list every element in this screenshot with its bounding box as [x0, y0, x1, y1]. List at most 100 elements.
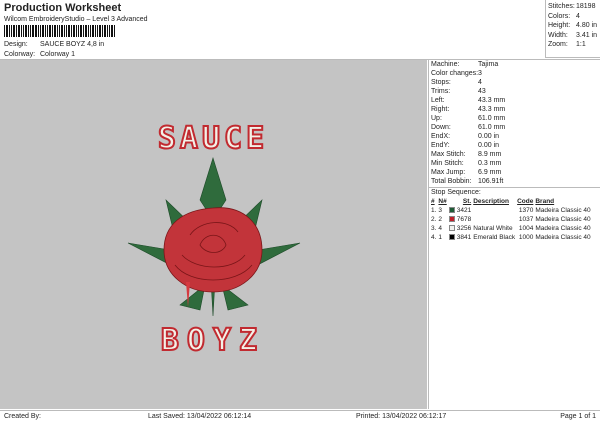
stitch-count: 7678: [456, 216, 472, 223]
thread-code: 1004: [518, 225, 534, 232]
thread-description: Natural White: [473, 225, 513, 232]
needle-number: 4: [438, 225, 443, 232]
detail-value: 0.3 mm: [478, 160, 502, 167]
detail-label: Max Jump:: [431, 169, 466, 176]
stat-row: Colors: 4: [548, 12, 598, 22]
rose-icon: [163, 207, 263, 307]
stat-value: 4.80 in: [576, 22, 598, 29]
detail-value: 8.9 mm: [478, 151, 502, 158]
stat-label: Width:: [548, 31, 568, 39]
col-header: Code: [517, 198, 534, 205]
stop-number: 2.: [431, 216, 437, 223]
detail-row: EndX: 0.00 in: [429, 132, 600, 141]
detail-value: 61.0 mm: [478, 115, 506, 122]
detail-row: Down: 61.0 mm: [429, 123, 600, 132]
thread-description: [472, 215, 516, 224]
detail-row: Machine: Tajima: [429, 60, 600, 69]
stitch-count: 3421: [456, 207, 472, 214]
detail-row: Color changes:3: [429, 69, 600, 78]
stat-label: Zoom:: [548, 41, 568, 48]
detail-row: EndY: 0.00 in: [429, 141, 600, 150]
detail-label: Right:: [431, 106, 450, 113]
detail-label: Color changes:: [431, 70, 479, 77]
thread-brand: Madeira Classic 40: [535, 225, 591, 232]
stop-number: 3.: [431, 225, 437, 232]
detail-value: 61.0 mm: [478, 124, 506, 131]
detail-value: 43.3 mm: [478, 97, 506, 104]
stitch-count: 3841: [456, 234, 472, 241]
thread-code: 1037: [518, 216, 534, 223]
created-by: Created By:: [4, 413, 41, 420]
thread-brand: Madeira Classic 40: [535, 234, 591, 241]
stop-sequence: Stop Sequence: # N# St. Description Code…: [429, 187, 600, 242]
page-title: Production Worksheet: [4, 2, 122, 14]
stop-sequence-title: Stop Sequence:: [431, 189, 481, 196]
detail-label: Down:: [431, 124, 451, 131]
printed-date: Printed: 13/04/2022 06:12:17: [356, 413, 447, 420]
thread-code: 1370: [518, 207, 534, 214]
stitch-count: 3256: [456, 225, 472, 232]
col-header: St.: [462, 198, 472, 205]
detail-label: Min Stitch:: [431, 160, 464, 167]
design-info: Design: SAUCE BOYZ 4,8 in: [4, 41, 104, 48]
table-row: 1. 3 3421 1370 Madeira Classic 40: [430, 206, 592, 215]
needle-number: 1: [438, 234, 443, 241]
detail-value: 43: [478, 88, 486, 95]
thread-description: Emerald Black: [473, 234, 516, 241]
stat-row: Stitches:18198: [548, 2, 598, 12]
artwork-bottom-text: BOYZ: [161, 323, 265, 358]
detail-row: Max Jump: 6.9 mm: [429, 168, 600, 177]
colorway-label: Colorway:: [4, 51, 36, 58]
detail-label: Stops:: [431, 79, 451, 86]
design-label: Design:: [4, 41, 28, 48]
stop-number: 4.: [431, 234, 437, 241]
colorway-info: Colorway: Colorway 1: [4, 51, 75, 58]
detail-label: Total Bobbin:: [431, 178, 472, 185]
detail-value: 4: [478, 79, 482, 86]
thread-description: [472, 206, 516, 215]
last-saved: Last Saved: 13/04/2022 06:12:14: [148, 413, 252, 420]
stat-label: Height:: [548, 22, 571, 29]
col-header: Brand: [535, 198, 555, 205]
detail-value: 0.00 in: [478, 133, 500, 140]
detail-row: Trims: 43: [429, 87, 600, 96]
thread-code: 1000: [518, 234, 534, 241]
stat-value: 1:1: [576, 41, 586, 48]
stop-number: 1.: [431, 207, 437, 214]
details-panel: Machine: Tajima Color changes:3 Stops: 4 Trim…: [428, 60, 600, 409]
color-swatch: [448, 224, 456, 233]
machine-details: Machine: Tajima Color changes:3 Stops: 4 Trim…: [429, 60, 600, 186]
needle-number: 3: [438, 207, 443, 214]
detail-value: 6.9 mm: [478, 169, 502, 176]
detail-label: Left:: [431, 97, 445, 104]
stat-row: Height: 4.80 in: [548, 21, 598, 31]
stat-row: Width: 3.41 in: [548, 31, 598, 41]
detail-label: EndX:: [431, 133, 451, 140]
detail-row: Stops: 4: [429, 78, 600, 87]
color-swatch: [448, 215, 456, 224]
needle-number: 2: [438, 216, 443, 223]
software-subtitle: Wilcom EmbroideryStudio – Level 3 Advanc…: [4, 16, 148, 23]
detail-row: Up: 61.0 mm: [429, 114, 600, 123]
col-header: #: [431, 198, 435, 205]
col-header: Description: [473, 198, 509, 205]
artwork-top-text: SAUCE: [158, 121, 268, 156]
detail-value: 43.3 mm: [478, 106, 506, 113]
stat-label: Stitches:: [548, 3, 575, 10]
detail-label: Up:: [431, 115, 442, 122]
detail-row: Left: 43.3 mm: [429, 96, 600, 105]
detail-value: 3: [478, 70, 482, 77]
detail-label: EndY:: [431, 142, 450, 149]
detail-value: Tajima: [478, 61, 499, 68]
colorway-value: Colorway 1: [40, 51, 76, 58]
detail-row: Max Stitch: 8.9 mm: [429, 150, 600, 159]
color-swatch: [448, 206, 456, 215]
footer: Created By: Last Saved: 13/04/2022 06:12…: [0, 410, 600, 424]
design-preview: SAUCE BOYZ: [0, 60, 427, 409]
detail-label: Trims:: [431, 88, 451, 95]
table-row: 2. 2 7678 1037 Madeira Classic 40: [430, 215, 592, 224]
detail-row: Right: 43.3 mm: [429, 105, 600, 114]
barcode: [4, 25, 139, 37]
stat-value: 4: [576, 12, 580, 20]
design-value: SAUCE BOYZ 4,8 in: [40, 41, 105, 48]
